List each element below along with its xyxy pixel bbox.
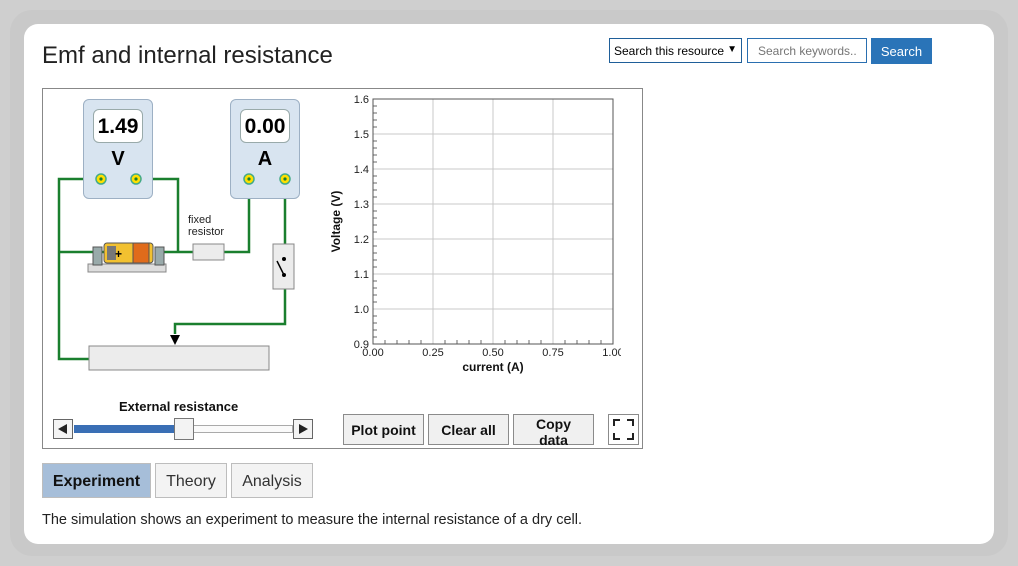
voltage-current-chart: 0.00 0.25 0.50 0.75 1.000.91.01.11.21.31.41.… <box>329 94 621 374</box>
copy-data-button[interactable]: Copy data <box>513 414 594 448</box>
x-tick-label: 0.50 <box>482 347 503 359</box>
search-scope-select[interactable]: Search this resource ▼ <box>609 38 742 63</box>
y-tick-label: 1.1 <box>354 269 369 281</box>
rheostat <box>88 345 270 371</box>
y-tick-label: 1.0 <box>354 304 369 316</box>
svg-text:+: + <box>115 247 122 261</box>
search-scope-label: Search this resource <box>614 43 725 58</box>
tab-analysis[interactable]: Analysis <box>231 463 313 498</box>
arrow-right-icon <box>299 424 308 434</box>
fixed-resistor-label-2: resistor <box>188 226 224 238</box>
x-axis-label: current (A) <box>462 360 523 374</box>
x-tick-label: 1.00 <box>602 347 621 359</box>
chevron-down-icon: ▼ <box>727 44 737 55</box>
description-text: The simulation shows an experiment to me… <box>42 512 582 528</box>
fullscreen-icon <box>613 419 634 440</box>
fullscreen-button[interactable] <box>608 414 639 445</box>
clear-all-button[interactable]: Clear all <box>428 414 509 445</box>
simulation-panel: + fixed resistor 1.49 V 0.00 A External … <box>42 88 643 449</box>
switch[interactable] <box>272 243 295 290</box>
meter-terminals <box>95 173 291 185</box>
slider-right-button[interactable] <box>293 419 313 439</box>
y-tick-label: 1.5 <box>354 129 369 141</box>
y-tick-label: 1.3 <box>354 199 369 211</box>
slider-left-button[interactable] <box>53 419 73 439</box>
y-tick-label: 1.2 <box>354 234 369 246</box>
fixed-resistor-label: fixed <box>188 214 211 226</box>
rheostat-pointer <box>170 335 180 345</box>
arrow-left-icon <box>58 424 67 434</box>
y-tick-label: 1.4 <box>354 164 369 176</box>
x-tick-label: 0.25 <box>422 347 443 359</box>
slider-fill <box>74 425 176 433</box>
tab-theory[interactable]: Theory <box>155 463 227 498</box>
tab-experiment[interactable]: Experiment <box>42 463 151 498</box>
y-axis-label: Voltage (V) <box>329 191 343 253</box>
page-title: Emf and internal resistance <box>42 42 333 69</box>
slider-thumb[interactable] <box>173 418 194 440</box>
search-button[interactable]: Search <box>871 38 932 64</box>
slider-label: External resistance <box>119 399 239 414</box>
y-tick-label: 0.9 <box>354 339 369 351</box>
plot-point-button[interactable]: Plot point <box>343 414 424 445</box>
y-tick-label: 1.6 <box>354 94 369 106</box>
search-input[interactable] <box>747 38 867 63</box>
x-tick-label: 0.75 <box>542 347 563 359</box>
